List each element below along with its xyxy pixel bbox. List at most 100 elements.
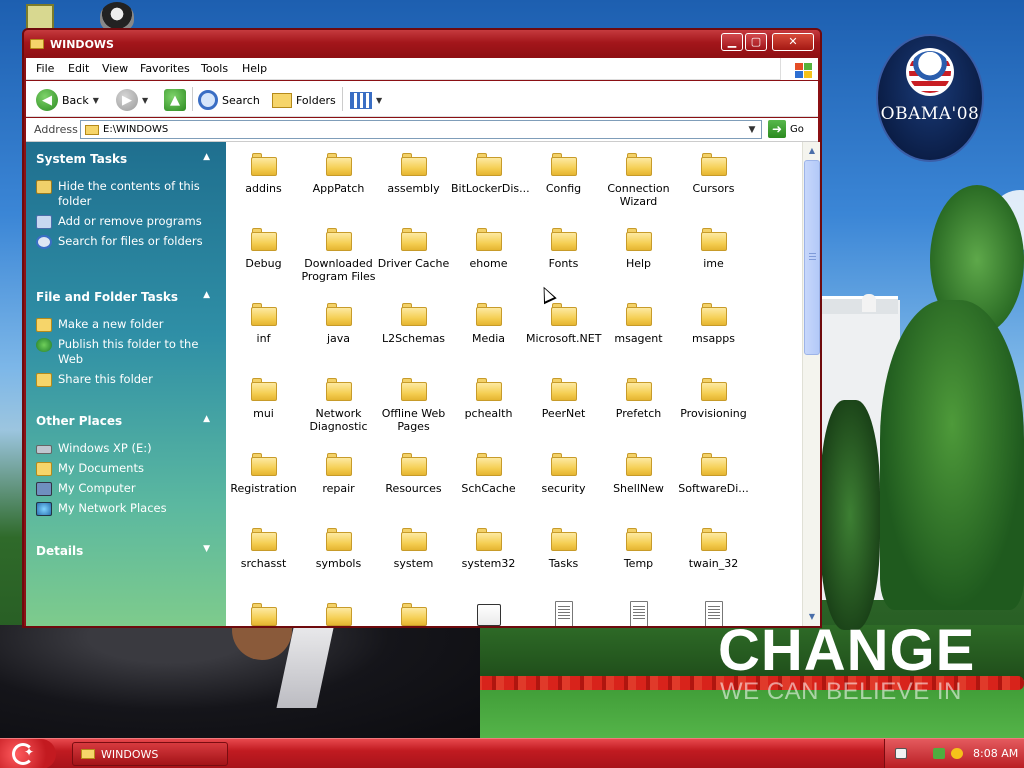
add-remove-programs-icon [36,215,52,229]
file-item[interactable] [676,596,751,626]
file-folder-tasks-header[interactable]: File and Folder Tasks ▲ [26,286,226,308]
clock[interactable]: 8:08 AM [973,747,1018,760]
file-item[interactable]: ehome [451,221,526,270]
file-item[interactable]: Connection Wizard [601,146,676,208]
file-item[interactable]: SoftwareDi... [676,446,751,495]
file-item[interactable]: java [301,296,376,345]
collapse-icon[interactable]: ▲ [203,152,210,162]
drive-e-link[interactable]: Windows XP (E:) [26,438,226,458]
file-item[interactable]: L2Schemas [376,296,451,345]
file-item[interactable]: Provisioning [676,371,751,420]
scroll-thumb[interactable] [804,160,820,355]
file-item[interactable]: Fonts [526,221,601,270]
menu-file[interactable]: File [36,62,54,75]
my-computer-link[interactable]: My Computer [26,478,226,498]
file-item[interactable]: twain_32 [676,521,751,570]
file-item[interactable]: Offline Web Pages [376,371,451,433]
file-item[interactable]: system [376,521,451,570]
menu-tools[interactable]: Tools [201,62,228,75]
file-item[interactable]: Microsoft.NET [526,296,601,345]
file-item[interactable]: Driver Cache [376,221,451,270]
chevron-down-icon[interactable]: ▼ [93,96,99,105]
file-item[interactable]: Tasks [526,521,601,570]
search-button[interactable]: Search [198,88,260,112]
file-item[interactable]: Downloaded Program Files [301,221,376,283]
file-item[interactable] [376,596,451,626]
folders-button[interactable]: Folders [272,88,336,112]
vertical-scrollbar[interactable]: ▲ ▼ [802,142,820,626]
file-item[interactable]: ShellNew [601,446,676,495]
publish-folder-link[interactable]: Publish this folder to the Web [26,334,226,369]
address-dropdown-icon[interactable]: ▼ [745,123,759,137]
share-folder-link[interactable]: Share this folder [26,369,226,389]
collapse-icon[interactable]: ▲ [203,290,210,300]
file-item[interactable]: msagent [601,296,676,345]
file-item[interactable]: assembly [376,146,451,195]
file-item[interactable]: Cursors [676,146,751,195]
file-item[interactable] [601,596,676,626]
search-files-link[interactable]: Search for files or folders [26,231,226,251]
file-item[interactable]: Resources [376,446,451,495]
file-item[interactable]: Temp [601,521,676,570]
file-item[interactable] [526,596,601,626]
file-item[interactable]: Prefetch [601,371,676,420]
file-item[interactable] [301,596,376,626]
menu-favorites[interactable]: Favorites [140,62,190,75]
menu-edit[interactable]: Edit [68,62,89,75]
menu-help[interactable]: Help [242,62,267,75]
scroll-up-icon[interactable]: ▲ [804,143,820,159]
my-network-places-link[interactable]: My Network Places [26,498,226,518]
chevron-down-icon[interactable]: ▼ [142,96,148,105]
keyboard-icon[interactable] [895,748,907,759]
file-item[interactable]: repair [301,446,376,495]
views-button[interactable]: ▼ [350,88,382,112]
address-input[interactable]: E:\WINDOWS ▼ [80,120,762,139]
file-item[interactable]: ime [676,221,751,270]
title-bar[interactable]: WINDOWS ▁ ▢ ✕ [24,30,820,58]
minimize-button[interactable]: ▁ [721,33,743,51]
file-item[interactable]: AppPatch [301,146,376,195]
file-item[interactable]: Network Diagnostic [301,371,376,433]
collapse-icon[interactable]: ▲ [203,414,210,424]
expand-icon[interactable]: ▼ [203,544,210,554]
file-view[interactable]: addins AppPatch assembly BitLockerDis... Con… [226,142,802,626]
system-tasks-header[interactable]: System Tasks ▲ [26,148,226,170]
file-item[interactable]: SchCache [451,446,526,495]
menu-view[interactable]: View [102,62,128,75]
file-item[interactable]: Help [601,221,676,270]
start-button[interactable] [0,739,56,768]
network-icon[interactable] [933,748,945,759]
go-button[interactable]: ➜ Go [768,120,804,138]
file-item[interactable]: mui [226,371,301,420]
taskbar-window-button[interactable]: WINDOWS [72,742,228,766]
file-item[interactable]: pchealth [451,371,526,420]
scroll-down-icon[interactable]: ▼ [804,609,820,625]
maximize-button[interactable]: ▢ [745,33,767,51]
file-item[interactable]: Registration [226,446,301,495]
details-header[interactable]: Details ▼ [26,540,226,562]
hide-contents-link[interactable]: Hide the contents of this folder [26,176,226,211]
add-remove-programs-link[interactable]: Add or remove programs [26,211,226,231]
other-places-header[interactable]: Other Places ▲ [26,410,226,432]
my-documents-link[interactable]: My Documents [26,458,226,478]
file-item[interactable]: srchasst [226,521,301,570]
file-item[interactable]: msapps [676,296,751,345]
up-button[interactable]: ▲ [164,88,186,112]
back-button[interactable]: ◀ Back ▼ [36,88,99,112]
file-item[interactable] [226,596,301,626]
file-item[interactable]: Config [526,146,601,195]
file-item[interactable]: PeerNet [526,371,601,420]
file-item[interactable]: BitLockerDis... [451,146,530,195]
file-item[interactable]: addins [226,146,301,195]
file-item[interactable]: Media [451,296,526,345]
file-item[interactable]: security [526,446,601,495]
file-item[interactable]: system32 [451,521,526,570]
forward-button[interactable]: ▶ ▼ [116,88,148,112]
make-new-folder-link[interactable]: Make a new folder [26,314,226,334]
file-item[interactable]: inf [226,296,301,345]
search-tray-icon[interactable] [951,748,963,759]
close-button[interactable]: ✕ [772,33,814,51]
file-item[interactable]: Debug [226,221,301,270]
file-item[interactable] [451,596,526,626]
file-item[interactable]: symbols [301,521,376,570]
